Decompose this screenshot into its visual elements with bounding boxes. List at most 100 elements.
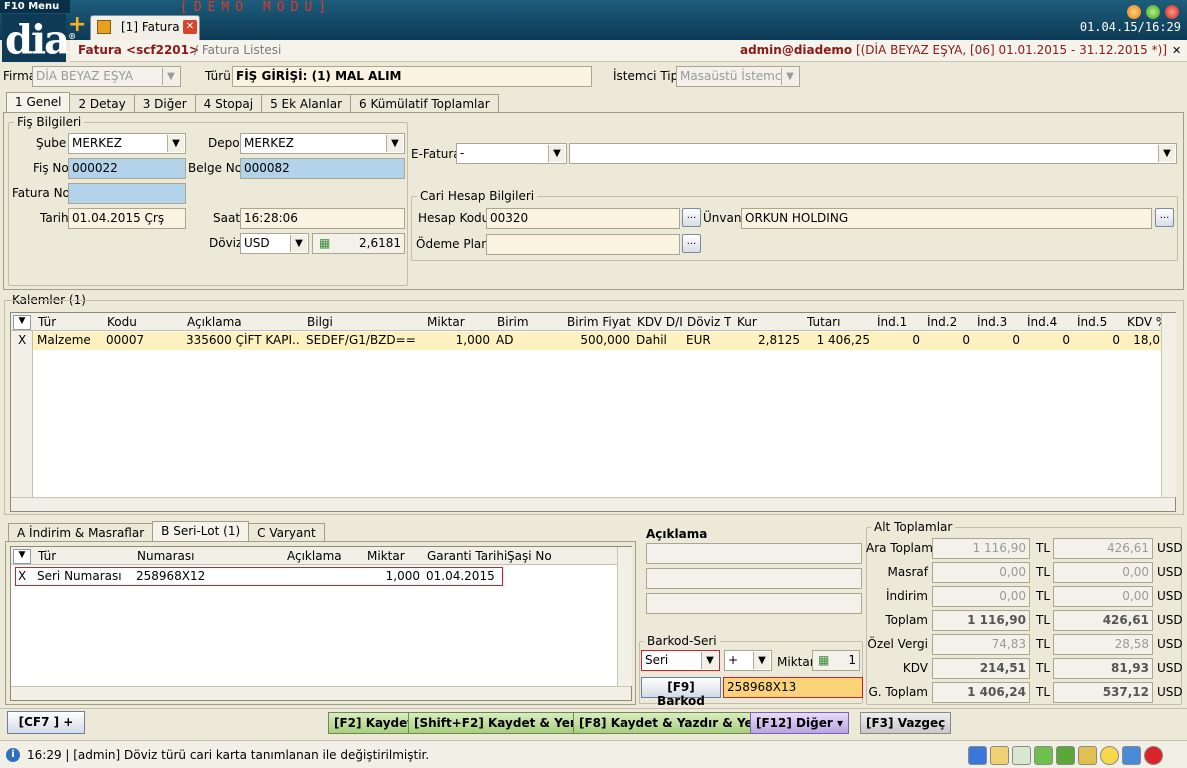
kaydet-yazdir-yeni-button[interactable]: [F8] Kaydet & Yazdır & Yeni: [573, 712, 772, 734]
col-kdv-yuzde[interactable]: KDV %: [1127, 315, 1161, 329]
col-kur[interactable]: Kur: [737, 315, 757, 329]
odeme-lookup-button[interactable]: ...: [682, 234, 701, 253]
col-numarasi[interactable]: Numarası: [137, 549, 195, 563]
chevron-down-icon: ▼: [781, 68, 798, 85]
unvan-field[interactable]: ORKUN HOLDING: [741, 208, 1152, 229]
tab-indirim-masraflar[interactable]: A İndirim & Masraflar: [8, 523, 154, 543]
efatura-senaryo-select[interactable]: ▼: [569, 143, 1177, 164]
cell-ind5: 0: [1112, 333, 1120, 347]
diger-button[interactable]: [F12] Diğer ▾: [750, 712, 849, 734]
col-birim[interactable]: Birim: [497, 315, 529, 329]
col-doviz-tipi[interactable]: Döviz Tı: [687, 315, 731, 329]
col-sasi-no[interactable]: Şaşi No: [507, 549, 552, 563]
col-aciklama[interactable]: Açıklama: [287, 549, 342, 563]
col-bilgi[interactable]: Bilgi: [307, 315, 333, 329]
faturano-field[interactable]: [68, 183, 186, 204]
belgeno-field[interactable]: 000082: [240, 158, 405, 179]
maximize-icon[interactable]: [1146, 5, 1160, 19]
close-tab-icon[interactable]: ✕: [183, 20, 197, 34]
istemci-select[interactable]: Masaüstü İstemci ▼: [676, 66, 800, 87]
col-miktar[interactable]: Miktar: [427, 315, 465, 329]
kalemler-grid[interactable]: ▼ Tür Kodu Açıklama Bilgi Miktar Birim B…: [10, 312, 1176, 512]
tab-seri-lot[interactable]: B Seri-Lot (1): [152, 521, 250, 543]
col-kdv-di[interactable]: KDV D/I: [637, 315, 683, 329]
firma-select[interactable]: DİA BEYAZ EŞYA ▼: [32, 66, 181, 87]
fisno-field[interactable]: 000022: [68, 158, 186, 179]
col-tutari[interactable]: Tutarı: [807, 315, 840, 329]
col-tur[interactable]: Tür: [38, 315, 56, 329]
column-chooser-icon[interactable]: ▼: [13, 549, 31, 564]
minimize-icon[interactable]: [1127, 5, 1141, 19]
aciklama-line-2[interactable]: [646, 568, 862, 589]
tarih-field[interactable]: 01.04.2015 Çrş: [68, 208, 186, 229]
barkod-sign-select[interactable]: + ▼: [724, 650, 772, 671]
turu-field[interactable]: FİŞ GİRİŞİ: (1) MAL ALIM: [232, 66, 592, 87]
tab-fatura[interactable]: [1] Fatura ✕: [90, 15, 200, 40]
kur-field[interactable]: ▦ 2,6181: [312, 233, 405, 254]
hesap-kodu-field[interactable]: 00320: [486, 208, 680, 229]
tab-stopaj[interactable]: 4 Stopaj: [194, 94, 263, 114]
column-chooser-icon[interactable]: ▼: [13, 315, 31, 330]
col-ind3[interactable]: İnd.3: [977, 315, 1007, 329]
currency-usd-label: USD: [1157, 637, 1183, 651]
aciklama-line-1[interactable]: [646, 543, 862, 564]
tab-ek-alanlar[interactable]: 5 Ek Alanlar: [261, 94, 351, 114]
calculator-icon[interactable]: ▦: [319, 236, 330, 250]
sube-select[interactable]: MERKEZ ▼: [68, 133, 186, 154]
col-ind5[interactable]: İnd.5: [1077, 315, 1107, 329]
f10-menu-button[interactable]: F10 Menu: [0, 0, 70, 13]
f9-barkod-button[interactable]: [F9] Barkod: [641, 677, 721, 708]
exit-icon[interactable]: [1144, 746, 1163, 765]
download-icon[interactable]: [1078, 746, 1097, 765]
depo-select[interactable]: MERKEZ ▼: [240, 133, 405, 154]
cell-ind1: 0: [912, 333, 920, 347]
tab-kumulatif[interactable]: 6 Kümülatif Toplamlar: [350, 94, 499, 114]
serilot-hscroll[interactable]: [11, 686, 631, 700]
kalemler-hscroll[interactable]: [11, 497, 1175, 511]
kaydet-button[interactable]: [F2] Kaydet: [328, 712, 420, 734]
doviz-select[interactable]: USD ▼: [240, 233, 309, 254]
col-garanti-tarihi[interactable]: Garanti Tarihi: [427, 549, 507, 563]
fis-bilgileri-title: Fiş Bilgileri: [14, 115, 85, 129]
tools-icon[interactable]: [990, 746, 1009, 765]
close-app-icon[interactable]: [1165, 5, 1179, 19]
barkod-miktar-field[interactable]: ▦ 1: [812, 650, 860, 671]
col-ind4[interactable]: İnd.4: [1027, 315, 1057, 329]
refresh-icon[interactable]: [1034, 746, 1053, 765]
unvan-lookup-button[interactable]: ...: [1155, 208, 1174, 227]
tab-genel[interactable]: 1 Genel: [6, 92, 71, 114]
lock-icon[interactable]: [1122, 746, 1141, 765]
barkod-type-select[interactable]: Seri ▼: [641, 650, 720, 671]
calculator-icon[interactable]: ▦: [818, 653, 829, 667]
currency-icon[interactable]: [1056, 746, 1075, 765]
tab-varyant[interactable]: C Varyant: [248, 523, 325, 543]
col-miktar[interactable]: Miktar: [367, 549, 405, 563]
col-aciklama[interactable]: Açıklama: [187, 315, 242, 329]
col-ind2[interactable]: İnd.2: [927, 315, 957, 329]
serilot-vscroll[interactable]: [617, 547, 632, 686]
odeme-plani-field[interactable]: [486, 234, 680, 255]
saat-field[interactable]: 16:28:06: [240, 208, 405, 229]
tab-diger[interactable]: 3 Diğer: [133, 94, 196, 114]
help-icon[interactable]: [968, 746, 987, 765]
hesap-lookup-button[interactable]: ...: [682, 208, 701, 227]
col-ind1[interactable]: İnd.1: [877, 315, 907, 329]
efatura-select[interactable]: - ▼: [456, 143, 567, 164]
col-tur[interactable]: Tür: [38, 549, 56, 563]
cf7-button[interactable]: [CF7 ] +: [7, 711, 85, 734]
kaydet-yeni-button[interactable]: [Shift+F2] Kaydet & Yeni: [408, 712, 589, 734]
new-tab-plus-icon[interactable]: +: [68, 14, 86, 36]
col-birim-fiyat[interactable]: Birim Fiyat: [567, 315, 631, 329]
vazgec-button[interactable]: [F3] Vazgeç: [860, 712, 952, 734]
aciklama-line-3[interactable]: [646, 593, 862, 614]
col-kodu[interactable]: Kodu: [107, 315, 137, 329]
calculator-icon[interactable]: [1012, 746, 1031, 765]
table-row[interactable]: Malzeme 00007 335600 ÇİFT KAPI... SEDEF/…: [33, 332, 1161, 350]
tab-detay[interactable]: 2 Detay: [69, 94, 135, 114]
smiley-icon[interactable]: [1100, 746, 1119, 765]
breadcrumb-link[interactable]: / Fatura Listesi: [194, 43, 281, 57]
barkod-input[interactable]: 258968X13: [723, 677, 863, 698]
kalemler-vscroll[interactable]: [1161, 313, 1176, 497]
subbar-close-icon[interactable]: ✕: [1172, 44, 1184, 58]
serilot-grid[interactable]: ▼ Tür Numarası Açıklama Miktar Garanti T…: [10, 546, 632, 701]
